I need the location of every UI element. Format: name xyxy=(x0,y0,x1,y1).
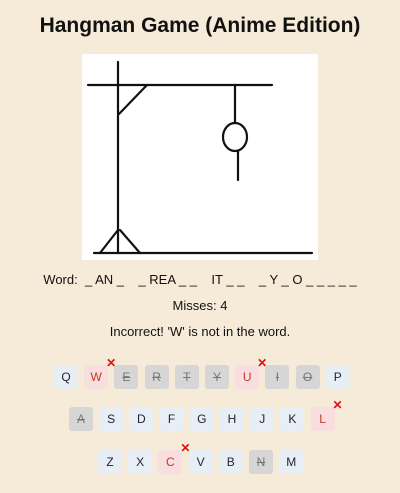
key-g[interactable]: G xyxy=(189,407,214,431)
key-q[interactable]: Q xyxy=(54,365,78,389)
key-k[interactable]: K xyxy=(280,407,305,431)
key-x[interactable]: X xyxy=(128,450,153,474)
gallows-foot-right xyxy=(118,228,142,255)
word-label: Word: xyxy=(43,272,78,287)
key-s[interactable]: S xyxy=(99,407,124,431)
wrong-mark-icon: ✕ xyxy=(332,398,343,412)
word-letters: _ AN _ _ REA _ _ IT _ _ _ Y _ O _ _ _ _ … xyxy=(84,272,357,287)
key-l: L ✕ xyxy=(310,399,343,431)
key-e: E xyxy=(114,365,139,389)
key-w: W ✕ xyxy=(84,357,116,389)
key-m[interactable]: M xyxy=(279,450,304,474)
gallows-foot-left xyxy=(98,228,120,255)
key-c: C ✕ xyxy=(158,442,190,474)
page-title: Hangman Game (Anime Edition) xyxy=(39,14,361,37)
key-z[interactable]: Z xyxy=(98,450,122,474)
key-p[interactable]: P xyxy=(325,365,350,389)
gallows-brace xyxy=(117,83,149,116)
key-n: N xyxy=(249,450,273,474)
key-j[interactable]: J xyxy=(250,407,275,431)
key-y: Y xyxy=(205,365,229,389)
key-b[interactable]: B xyxy=(218,450,243,474)
misses-counter: Misses: 4 xyxy=(172,298,228,313)
key-h[interactable]: H xyxy=(220,407,244,431)
key-u: U ✕ xyxy=(235,357,267,389)
hangman-head xyxy=(221,121,249,153)
key-r: R xyxy=(144,365,169,389)
key-v[interactable]: V xyxy=(188,450,213,474)
key-i: I xyxy=(265,365,290,389)
gallows-drawing xyxy=(86,60,314,255)
word-display: Word: _ AN _ _ REA _ _ IT _ _ _ Y _ O _ … xyxy=(0,272,400,287)
key-d[interactable]: D xyxy=(129,407,154,431)
key-t: T xyxy=(174,365,199,389)
key-o: O xyxy=(295,365,320,389)
hangman-board xyxy=(82,54,318,260)
key-f[interactable]: F xyxy=(159,407,184,431)
status-message: Incorrect! 'W' is not in the word. xyxy=(109,324,291,339)
key-a: A xyxy=(69,407,93,431)
